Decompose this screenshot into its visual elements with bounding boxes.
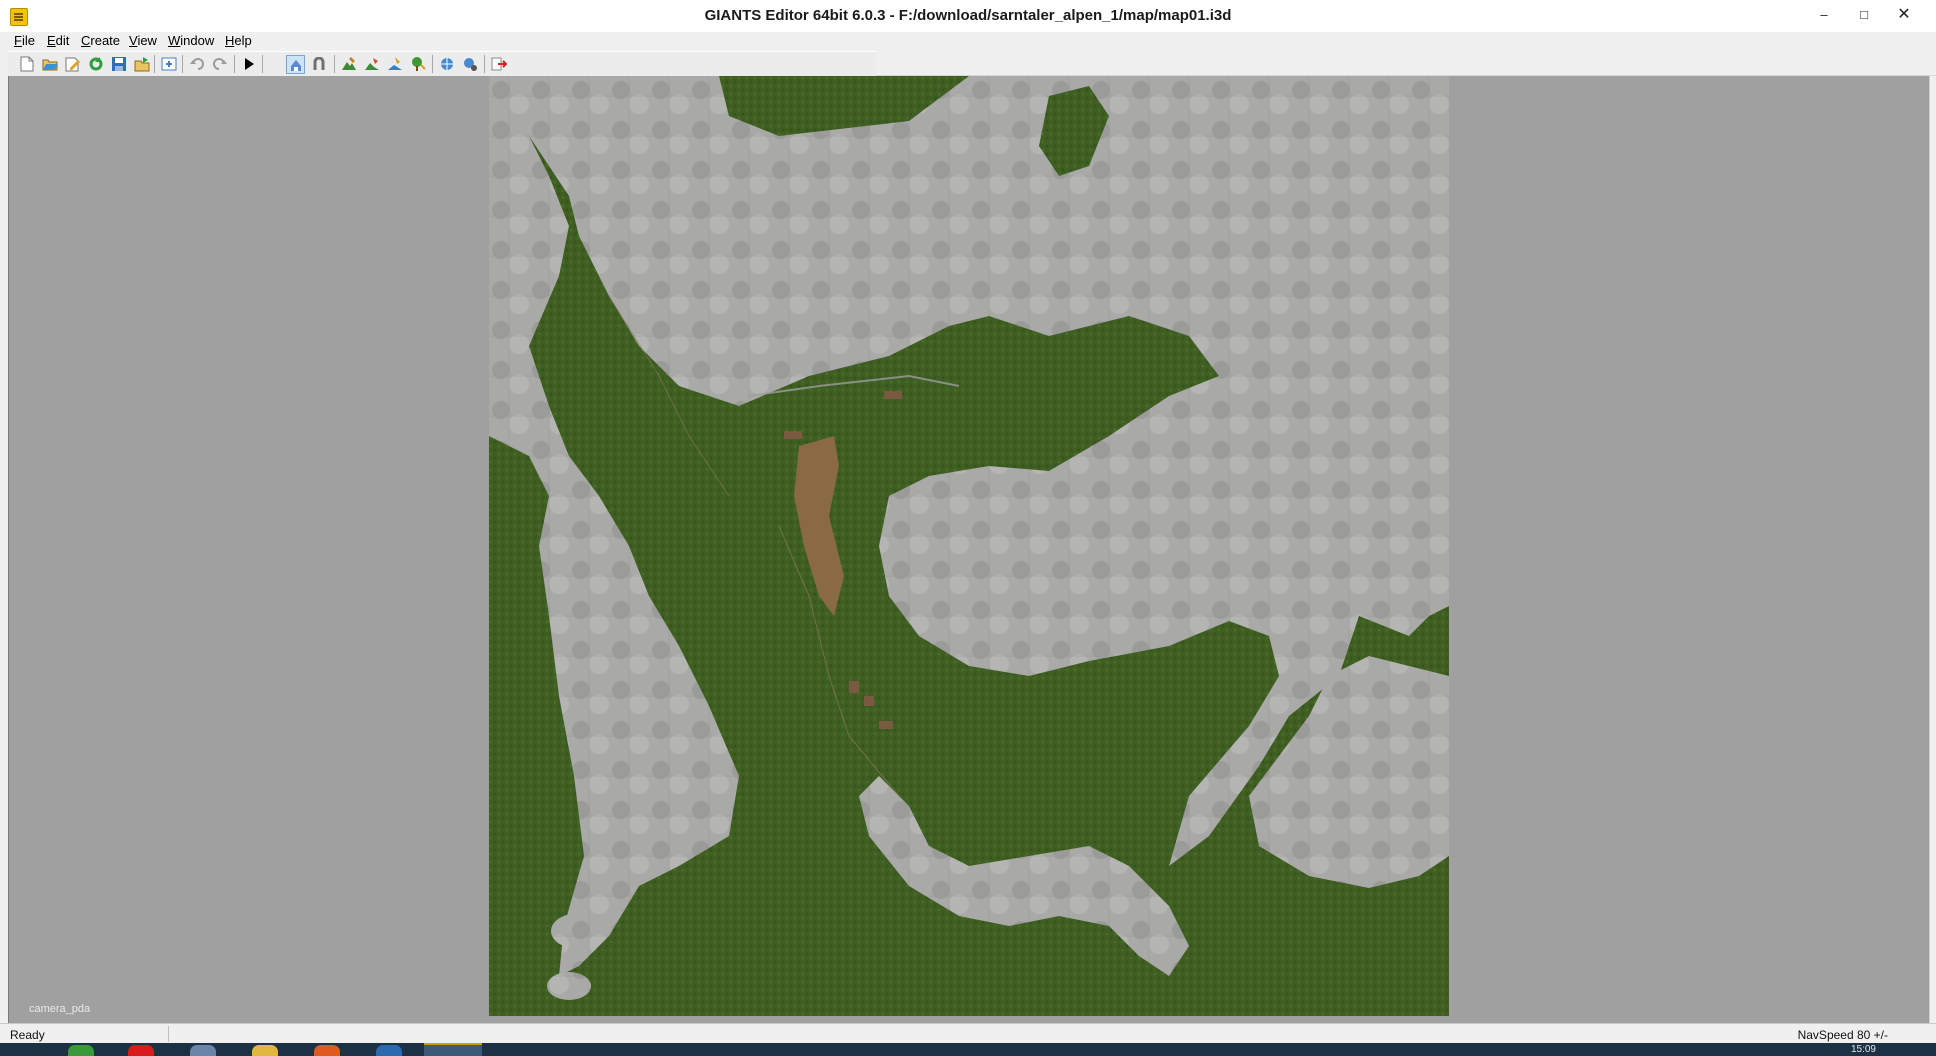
import-icon[interactable] <box>160 55 178 73</box>
tray-clock: 15:09 <box>1850 1044 1876 1055</box>
menu-file[interactable]: File <box>14 33 35 48</box>
menu-window[interactable]: Window <box>168 33 214 48</box>
ie-icon[interactable] <box>68 1045 94 1056</box>
export-icon[interactable] <box>133 55 151 73</box>
redo-icon[interactable] <box>211 55 229 73</box>
minimize-button[interactable]: – <box>1804 0 1844 28</box>
play-icon[interactable] <box>240 55 258 73</box>
building <box>864 696 874 706</box>
building <box>879 721 893 729</box>
open-file-icon[interactable] <box>41 55 59 73</box>
rock-blob <box>551 913 607 949</box>
close-button[interactable]: ✕ <box>1884 0 1924 28</box>
maximize-button[interactable]: □ <box>1844 0 1884 28</box>
scene-viewport[interactable]: camera_pda <box>8 76 1930 1023</box>
terrain-sculpt-icon[interactable] <box>340 55 358 73</box>
taskbar: 15:09 <box>0 1043 1936 1056</box>
terrain-map[interactable] <box>489 76 1449 1023</box>
app-icon-3[interactable] <box>190 1045 216 1056</box>
menu-create[interactable]: Create <box>81 33 120 48</box>
menu-edit[interactable]: Edit <box>47 33 69 48</box>
new-file-icon[interactable] <box>18 55 36 73</box>
menu-bar: File Edit Create View Window Help <box>0 32 1936 50</box>
reload-icon[interactable] <box>87 55 105 73</box>
building <box>849 681 859 693</box>
exit-icon[interactable] <box>490 55 508 73</box>
window-title: GIANTS Editor 64bit 6.0.3 - F:/download/… <box>704 7 1232 24</box>
network-settings-icon[interactable] <box>461 55 479 73</box>
building <box>784 431 802 439</box>
camera-select-icon[interactable] <box>286 55 305 74</box>
status-text: Ready <box>10 1028 45 1042</box>
main-toolbar <box>8 51 876 77</box>
window-controls: – □ ✕ <box>1804 0 1924 28</box>
tree-icon[interactable] <box>409 55 427 73</box>
nav-speed-indicator: NavSpeed 80 +/- <box>1797 1028 1888 1042</box>
terrain-render <box>489 76 1449 1023</box>
giants-editor-task[interactable] <box>424 1043 482 1056</box>
app-icon-6[interactable] <box>376 1045 402 1056</box>
undo-icon[interactable] <box>188 55 206 73</box>
network-icon[interactable] <box>438 55 456 73</box>
magnet-icon[interactable] <box>310 55 328 73</box>
title-bar: GIANTS Editor 64bit 6.0.3 - F:/download/… <box>0 0 1936 33</box>
rock-blob <box>547 972 591 1000</box>
menu-view[interactable]: View <box>129 33 157 48</box>
foliage-paint-icon[interactable] <box>386 55 404 73</box>
status-bar: Ready NavSpeed 80 +/- <box>0 1023 1936 1044</box>
explorer-icon[interactable] <box>252 1045 278 1056</box>
opera-icon[interactable] <box>128 1045 154 1056</box>
menu-help[interactable]: Help <box>225 33 252 48</box>
save-icon[interactable] <box>110 55 128 73</box>
firefox-icon[interactable] <box>314 1045 340 1056</box>
building <box>884 391 902 399</box>
edit-file-icon[interactable] <box>64 55 82 73</box>
camera-label: camera_pda <box>29 1003 91 1015</box>
terrain-paint-icon[interactable] <box>363 55 381 73</box>
